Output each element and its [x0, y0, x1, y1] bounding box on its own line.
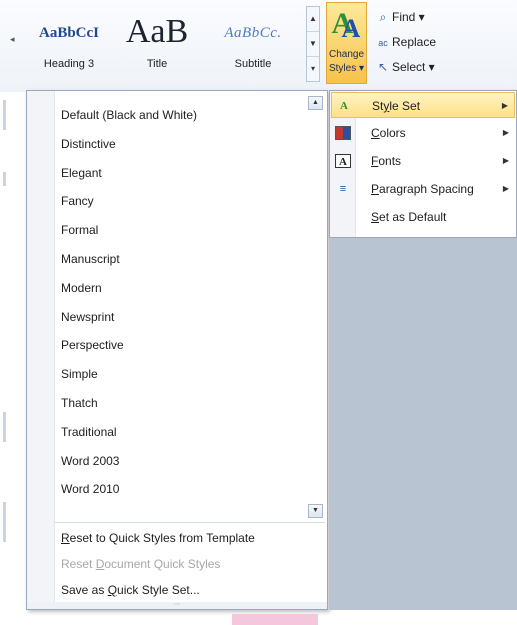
submenu-arrow-icon: ▶: [502, 184, 509, 193]
style-set-item-fancy[interactable]: Fancy: [61, 189, 94, 213]
select-button[interactable]: ↖ Select ▾: [374, 56, 484, 78]
gallery-left-edge-icon: ◂: [10, 34, 15, 44]
scroll-up-icon[interactable]: ▲: [308, 96, 323, 110]
save-style-set-button[interactable]: Save as Quick Style Set...: [61, 578, 200, 602]
style-set-item-perspective[interactable]: Perspective: [61, 333, 124, 357]
style-preview: AaBbCc.: [224, 25, 282, 41]
reset-document-styles-button: Reset Document Quick Styles: [61, 557, 221, 571]
submenu-arrow-icon: ▶: [502, 156, 509, 165]
set-as-default-menu-item[interactable]: Set as Default: [331, 204, 515, 230]
style-caption: Heading 3: [43, 58, 95, 70]
style-set-icon: A: [340, 100, 348, 112]
replace-icon: ac: [378, 38, 388, 48]
document-background: [329, 238, 517, 610]
fonts-menu-item[interactable]: A Fonts ▶: [331, 148, 515, 174]
replace-button[interactable]: ac Replace: [374, 31, 484, 53]
change-styles-label: Change: [328, 49, 365, 60]
menu-separator: [55, 522, 325, 523]
style-set-item-elegant[interactable]: Elegant: [61, 161, 102, 185]
style-preview: AaB: [125, 13, 189, 50]
style-set-item-traditional[interactable]: Traditional: [61, 420, 117, 444]
fonts-icon: A: [335, 154, 351, 168]
menu-item-label: Colors: [371, 126, 406, 140]
style-caption: Title: [146, 58, 168, 70]
gallery-more-icon[interactable]: ▾: [307, 57, 319, 82]
colors-menu-item[interactable]: Colors ▶: [331, 120, 515, 146]
paragraph-spacing-menu-item[interactable]: ≡ Paragraph Spacing ▶: [331, 176, 515, 202]
style-subtitle[interactable]: AaBbCc. Subtitle: [205, 6, 301, 86]
gallery-scroll-down-icon[interactable]: ▼: [307, 32, 319, 57]
scroll-down-icon[interactable]: ▼: [308, 504, 323, 518]
style-set-item-modern[interactable]: Modern: [61, 276, 102, 300]
style-preview: AaBbCcI: [38, 25, 99, 41]
style-set-item-thatch[interactable]: Thatch: [61, 391, 98, 415]
menu-item-label: Set as Default: [371, 210, 447, 224]
style-set-item-formal[interactable]: Formal: [61, 218, 98, 242]
menu-item-label: Paragraph Spacing: [371, 182, 474, 196]
style-set-item-word-2003[interactable]: Word 2003: [61, 449, 119, 473]
submenu-arrow-icon: ▶: [501, 101, 508, 110]
find-button[interactable]: ⌕ Find ▾: [374, 6, 484, 28]
style-title[interactable]: AaB Title: [114, 6, 200, 86]
document-highlight: [232, 614, 318, 625]
style-set-item-word-2010[interactable]: Word 2010: [61, 477, 119, 501]
menu-item-label: Style Set: [372, 99, 421, 113]
select-cursor-icon: ↖: [377, 60, 389, 74]
paragraph-spacing-icon: ≡: [339, 183, 347, 195]
reset-quick-styles-button[interactable]: Reset to Quick Styles from Template: [61, 526, 255, 550]
document-edge: [0, 92, 26, 625]
colors-icon: [335, 126, 351, 140]
binoculars-icon: ⌕: [379, 10, 387, 24]
style-set-item-manuscript[interactable]: Manuscript: [61, 247, 120, 271]
style-set-menu: ▲ ▼ ⋯ Default (Black and White) Distincti…: [26, 90, 328, 610]
change-styles-label: Styles ▾: [328, 63, 365, 74]
submenu-arrow-icon: ▶: [502, 128, 509, 137]
resize-grip-icon[interactable]: ⋯: [27, 602, 327, 609]
ribbon: ◂ AaBbCcI Heading 3 AaB Title AaBbCc. Su…: [0, 0, 517, 92]
style-set-menu-item[interactable]: A Style Set ▶: [331, 92, 515, 118]
menu-item-label: Fonts: [371, 154, 402, 168]
change-styles-icon: A A: [331, 7, 361, 43]
gallery-scroll-up-icon[interactable]: ▲: [307, 7, 319, 32]
style-set-item-distinctive[interactable]: Distinctive: [61, 132, 116, 156]
change-styles-button[interactable]: A A Change Styles ▾: [326, 2, 367, 84]
style-heading-3[interactable]: AaBbCcI Heading 3: [28, 6, 110, 86]
style-set-item-newsprint[interactable]: Newsprint: [61, 305, 114, 329]
style-caption: Subtitle: [234, 58, 272, 70]
styles-gallery-scrollbar[interactable]: ▲ ▼ ▾: [306, 6, 320, 82]
style-set-item-simple[interactable]: Simple: [61, 362, 98, 386]
change-styles-menu: A Style Set ▶ Colors ▶ A Fonts ▶ ≡ Paragraph Spac…: [329, 90, 517, 238]
style-set-item-default-black-and-white[interactable]: Default (Black and White): [61, 103, 197, 127]
editing-group: ⌕ Find ▾ ac Replace ↖ Select ▾: [374, 6, 484, 81]
